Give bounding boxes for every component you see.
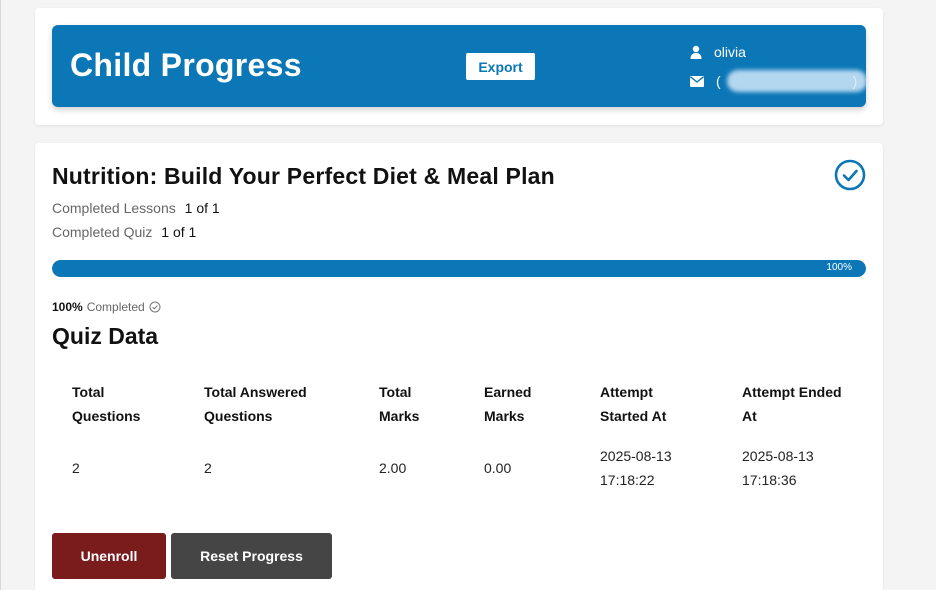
user-icon — [690, 45, 702, 59]
redacted-email — [726, 70, 867, 92]
course-progress-card: Nutrition: Build Your Perfect Diet & Mea… — [35, 143, 883, 590]
cell-total-questions: 2 — [72, 460, 80, 476]
quiz-data-title: Quiz Data — [52, 323, 159, 349]
progress-fill — [52, 260, 866, 277]
header-attempt-started: Attempt Started At — [600, 384, 667, 424]
email-open-paren: ( — [716, 73, 721, 89]
export-button[interactable]: Export — [466, 53, 535, 80]
completed-lessons: Completed Lessons 1 of 1 — [52, 200, 220, 216]
progress-label: 100% — [826, 262, 852, 273]
reset-progress-button[interactable]: Reset Progress — [171, 533, 332, 579]
progress-bar: 100% — [52, 260, 866, 277]
check-circle-small-icon — [149, 301, 161, 313]
cell-attempt-ended: 2025-08-13 17:18:36 — [742, 448, 814, 488]
cell-answered-questions: 2 — [204, 460, 212, 476]
completed-quiz-label: Completed Quiz — [52, 224, 153, 240]
username: olivia — [714, 44, 746, 60]
header-total-questions: Total Questions — [72, 384, 141, 424]
completed-lessons-value: 1 of 1 — [184, 200, 220, 216]
header-attempt-ended: Attempt Ended At — [742, 384, 842, 424]
course-title: Nutrition: Build Your Perfect Diet & Mea… — [52, 163, 555, 189]
completed-status: 100% Completed — [52, 300, 161, 314]
completed-percent: 100% — [52, 300, 83, 314]
email-info: ( ) — [690, 70, 867, 92]
page-title: Child Progress — [70, 47, 302, 83]
cell-earned-marks: 0.00 — [484, 460, 512, 476]
user-info: olivia — [690, 44, 746, 60]
page-left-border — [0, 0, 1, 590]
completed-lessons-label: Completed Lessons — [52, 200, 176, 216]
header-banner: Child Progress Export olivia ( ) — [52, 25, 867, 107]
header-card: Child Progress Export olivia ( ) — [35, 8, 883, 125]
cell-total-marks: 2.00 — [379, 460, 407, 476]
header-total-answered: Total Answered Questions — [204, 384, 307, 424]
cell-attempt-started: 2025-08-13 17:18:22 — [600, 448, 672, 488]
unenroll-button[interactable]: Unenroll — [52, 533, 166, 579]
check-circle-icon — [834, 159, 866, 191]
completed-quiz: Completed Quiz 1 of 1 — [52, 224, 196, 240]
header-total-marks: Total Marks — [379, 384, 420, 424]
header-earned-marks: Earned Marks — [484, 384, 532, 424]
completed-quiz-value: 1 of 1 — [161, 224, 197, 240]
mail-icon — [690, 75, 704, 87]
completed-label: Completed — [86, 300, 145, 314]
